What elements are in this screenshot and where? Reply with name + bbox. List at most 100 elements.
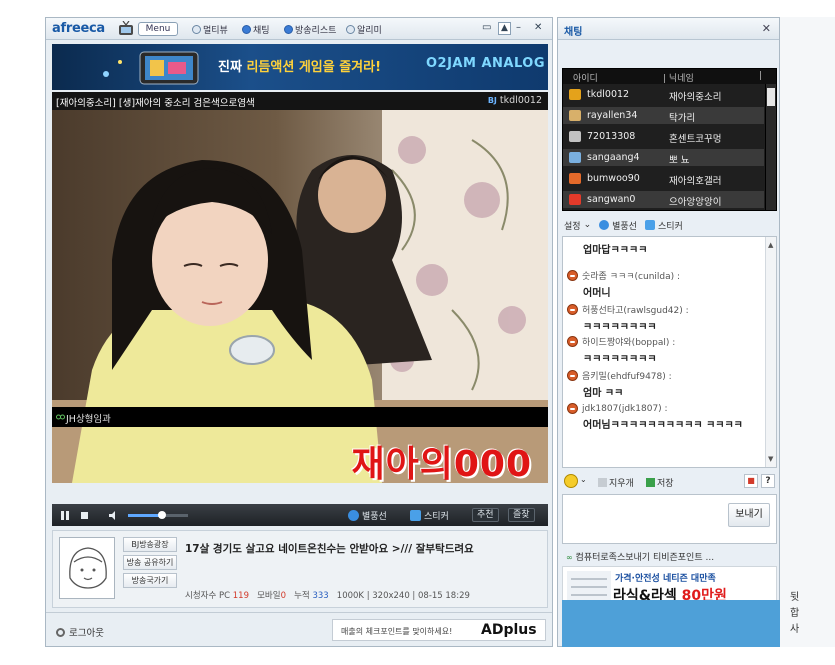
- eraser-icon: [598, 478, 607, 487]
- user-row[interactable]: rayallen34 탁가리: [563, 107, 764, 124]
- user-emoticon-icon: [567, 336, 578, 347]
- chat-log[interactable]: 업마답ㅋㅋㅋㅋ 숫라좀 ㅋㅋㅋ(cunilda) : 어머니허풍선타고(rawlsg…: [562, 236, 777, 468]
- stop-button[interactable]: [80, 508, 90, 522]
- desktop-background: [562, 600, 784, 647]
- scroll-thumb[interactable]: [767, 88, 775, 106]
- pin-icon[interactable]: ▲: [498, 22, 511, 35]
- player-titlebar: afreeca Menu 멀티뷰 채팅 방송리스트 알리미 ▭ ▲ – ✕: [46, 18, 552, 40]
- desktop-strip: [780, 17, 835, 647]
- user-list: 아이디 | 닉네임 | tkdl0012 재아의중소리 rayallen34 탁가리 7…: [562, 68, 777, 211]
- user-list-scrollbar[interactable]: [765, 84, 776, 210]
- chat-window: 채팅 ✕ 아이디 | 닉네임 | tkdl0012 재아의중소리 rayallen3…: [557, 17, 780, 647]
- logout-button[interactable]: 로그아웃: [56, 625, 104, 639]
- balloon-icon: [348, 509, 359, 521]
- bj-avatar[interactable]: [59, 537, 115, 599]
- column-id: 아이디: [573, 74, 598, 84]
- adplus-banner[interactable]: 매출의 체크포인트를 맞이하세요! ADplus: [332, 619, 546, 641]
- close-icon[interactable]: ✕: [534, 22, 542, 33]
- link-icon: [56, 414, 65, 420]
- sticker-button[interactable]: 스티커: [410, 508, 449, 522]
- chat-message: 업마답ㅋㅋㅋㅋ: [567, 239, 757, 256]
- video-scene: [52, 110, 548, 483]
- link-icon: ∞: [566, 553, 573, 562]
- user-row[interactable]: bumwoo90 재아의호갤러: [563, 170, 764, 187]
- chat-sender[interactable]: 하이드짱야와(boppal) :: [567, 335, 757, 348]
- desktop-text: 뒷 합 사: [790, 592, 800, 635]
- user-nick: 재아의호갤러: [669, 176, 722, 187]
- video-frame[interactable]: 재아의000: [52, 110, 548, 483]
- menu-button[interactable]: Menu: [138, 22, 178, 36]
- chat-input[interactable]: 보내기: [562, 494, 777, 544]
- report-icon[interactable]: ■: [744, 474, 758, 488]
- chat-icon: [242, 25, 251, 34]
- bj-square-button[interactable]: BJ방송광장: [123, 537, 177, 552]
- share-broadcast-button[interactable]: 방송 공유하기: [123, 555, 177, 570]
- volume-slider[interactable]: [128, 511, 188, 519]
- eraser-button[interactable]: 지우개: [598, 476, 634, 489]
- user-nick: 혼센트코꾸멍: [669, 134, 722, 145]
- user-emoticon-icon: [567, 370, 578, 381]
- user-nick: 뽀 뇨: [669, 155, 690, 166]
- user-row[interactable]: 72013308 혼센트코꾸멍: [563, 128, 764, 145]
- chevron-down-icon[interactable]: ⌄: [580, 475, 587, 484]
- user-row[interactable]: sangwan0 으아앙앙앙이: [563, 191, 764, 208]
- user-grade-icon: [569, 131, 581, 142]
- chat-sender[interactable]: jdk1807(jdk1807) :: [567, 403, 757, 414]
- player-window: afreeca Menu 멀티뷰 채팅 방송리스트 알리미 ▭ ▲ – ✕ 진짜…: [45, 17, 553, 647]
- close-icon[interactable]: ✕: [762, 22, 771, 35]
- user-nick: 탁가리: [669, 113, 696, 124]
- minimize-icon[interactable]: –: [516, 22, 521, 33]
- toolbar-multiview[interactable]: 멀티뷰: [192, 23, 228, 36]
- ad-line1: 가격·안전성 네티즌 대만족: [615, 574, 716, 584]
- pause-button[interactable]: [60, 508, 70, 522]
- volume-icon[interactable]: [108, 508, 120, 522]
- chat-text: 어머니: [583, 288, 611, 299]
- stop-icon: [81, 511, 88, 519]
- user-emoticon-icon: [567, 304, 578, 315]
- user-list-header: 아이디 | 닉네임 |: [563, 69, 776, 84]
- chat-titlebar: 채팅 ✕: [558, 18, 779, 40]
- user-row[interactable]: tkdl0012 재아의중소리: [563, 86, 764, 103]
- toolbar-broadcast-list[interactable]: 방송리스트: [284, 23, 336, 36]
- emoticon-icon[interactable]: [564, 474, 578, 488]
- chat-sender[interactable]: 허풍선타고(rawlsgud42) :: [567, 303, 757, 316]
- top-banner-ad[interactable]: 진짜 리듬액션 게임을 즐겨라! O2JAM ANALOG: [52, 44, 548, 90]
- playback-controls: 별풍선 스티커 추천 즐찾: [52, 504, 548, 526]
- help-icon[interactable]: ?: [761, 474, 775, 488]
- save-button[interactable]: 저장: [646, 476, 674, 489]
- chat-title: 채팅: [564, 27, 583, 38]
- sticker-tab[interactable]: 스티커: [644, 219, 683, 232]
- recommend-button[interactable]: 추천: [472, 508, 499, 522]
- chat-ad-line[interactable]: ∞ 컴퓨터로족스보내기 티비즌포인트 ...: [566, 550, 714, 563]
- star-balloon-button[interactable]: 별풍선: [348, 508, 387, 522]
- bj-id[interactable]: BJ tkdl0012: [488, 95, 542, 106]
- favorite-button[interactable]: 즐찾: [508, 508, 535, 522]
- send-button[interactable]: 보내기: [728, 503, 770, 527]
- settings-menu[interactable]: 설정 ⌄: [564, 219, 591, 232]
- chat-scrollbar[interactable]: ▲ ▼: [765, 237, 776, 467]
- scroll-down-icon[interactable]: ▼: [768, 455, 773, 463]
- pause-icon: [61, 510, 69, 520]
- restore-icon[interactable]: ▭: [482, 22, 491, 33]
- volume-knob[interactable]: [158, 511, 166, 519]
- user-id: tkdl0012: [587, 89, 630, 100]
- star-balloon-tab[interactable]: 별풍선: [599, 219, 637, 232]
- user-id: sangwan0: [587, 194, 636, 205]
- chat-message: 숫라좀 ㅋㅋㅋ(cunilda) : 어머니: [567, 269, 757, 299]
- user-row[interactable]: sangaang4 뽀 뇨: [563, 149, 764, 166]
- banner-brand: O2JAM ANALOG: [426, 56, 546, 71]
- balloon-icon: [599, 220, 610, 230]
- chat-sender[interactable]: 음키밀(ehdfuf9478) :: [567, 369, 757, 382]
- sticker-icon: [644, 220, 655, 230]
- chat-text: 어머님ㅋㅋㅋㅋㅋㅋㅋㅋㅋㅋ ㅋㅋㅋㅋ: [583, 420, 743, 431]
- toolbar-chat[interactable]: 채팅: [242, 23, 270, 36]
- viewer-stats: 시청자수 PC 119 모바일0 누적 333 1000K | 320x240 …: [185, 591, 470, 601]
- chevron-down-icon: ⌄: [583, 220, 592, 230]
- scroll-up-icon[interactable]: ▲: [768, 241, 773, 249]
- user-grade-icon: [569, 194, 581, 205]
- game-device-image: [103, 51, 199, 85]
- chat-sender[interactable]: 숫라좀 ㅋㅋㅋ(cunilda) :: [567, 269, 757, 282]
- toolbar-notifier[interactable]: 알리미: [346, 23, 382, 36]
- broadcast-info: BJ방송광장 방송 공유하기 방송국가기 17살 경기도 살고요 네이트온친수는…: [52, 530, 548, 608]
- go-station-button[interactable]: 방송국가기: [123, 573, 177, 588]
